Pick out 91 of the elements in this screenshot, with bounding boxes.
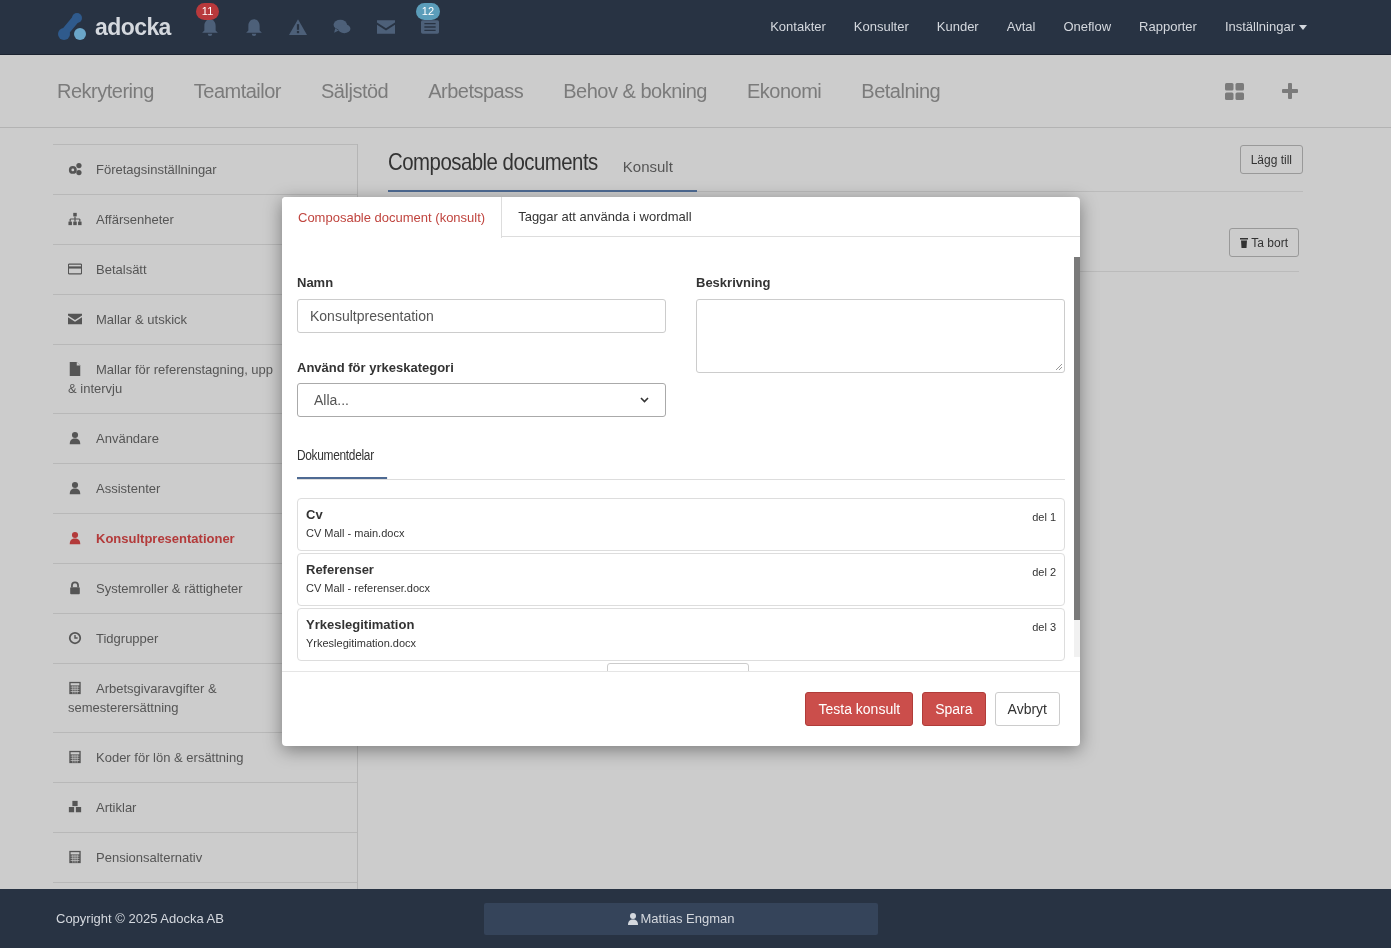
sidebar-item[interactable]: Artiklar bbox=[68, 798, 282, 817]
user-button[interactable]: Mattias Engman bbox=[484, 902, 878, 935]
chevron-down-icon bbox=[640, 397, 649, 403]
plus-icon[interactable] bbox=[1282, 83, 1298, 99]
trash-icon bbox=[1240, 237, 1249, 248]
caret-icon bbox=[1299, 24, 1307, 30]
sidebar-item[interactable]: Mallar för referenstagning, upp & intervju bbox=[68, 360, 282, 398]
count-badge: 12 bbox=[415, 3, 441, 20]
document-icon bbox=[68, 362, 82, 376]
calculator-icon bbox=[68, 681, 82, 695]
sidebar-item[interactable]: Pensionsalternativ bbox=[68, 848, 282, 867]
module-tab[interactable]: Teamtailor bbox=[193, 76, 282, 106]
partial-button[interactable] bbox=[607, 663, 749, 671]
logo-text: adocka bbox=[95, 12, 171, 42]
document-part-card[interactable]: Yrkeslegitimation Yrkeslegitimation.docx del 3 bbox=[297, 608, 1065, 661]
calculator-icon bbox=[68, 750, 82, 764]
description-input[interactable] bbox=[696, 298, 1065, 373]
module-tab[interactable]: Rekrytering bbox=[57, 76, 154, 106]
cubes-icon bbox=[68, 800, 82, 814]
document-part-card[interactable]: Referenser CV Mall - referenser.docx del 2 bbox=[297, 553, 1065, 606]
list-icon[interactable] bbox=[420, 18, 439, 36]
user-icon bbox=[68, 531, 82, 545]
sidebar-item[interactable]: Assistenter bbox=[68, 479, 282, 498]
document-part-card[interactable]: Cv CV Mall - main.docx del 1 bbox=[297, 498, 1065, 551]
part-title: Yrkeslegitimation bbox=[306, 617, 416, 633]
field-label: Använd för yrkeskategori bbox=[297, 358, 455, 377]
logo-icon bbox=[57, 12, 89, 42]
nav-link[interactable]: Kunder bbox=[936, 17, 979, 37]
dialog-button[interactable]: Spara bbox=[922, 692, 986, 726]
field-label: Beskrivning bbox=[696, 274, 772, 292]
part-file: Yrkeslegitimation.docx bbox=[306, 636, 417, 650]
part-title: Cv bbox=[306, 507, 324, 523]
category-select[interactable]: Alla... bbox=[297, 383, 666, 417]
module-tab[interactable]: Säljstöd bbox=[321, 76, 389, 106]
bell-icon[interactable] bbox=[244, 18, 263, 36]
dialog-button[interactable]: Avbryt bbox=[994, 692, 1060, 726]
section-title: Dokumentdelar bbox=[297, 445, 388, 479]
nav-link[interactable]: Avtal bbox=[1006, 17, 1036, 37]
sidebar-item[interactable]: Betalsätt bbox=[68, 260, 282, 279]
nav-link[interactable]: Rapporter bbox=[1139, 17, 1197, 37]
part-order: del 3 bbox=[1032, 620, 1056, 635]
part-file: CV Mall - main.docx bbox=[306, 526, 405, 540]
part-title: Referenser bbox=[306, 562, 375, 578]
sidebar-item[interactable]: Användare bbox=[68, 429, 282, 448]
part-file: CV Mall - referenser.docx bbox=[306, 581, 431, 595]
sidebar-item[interactable]: Systemroller & rättigheter bbox=[68, 579, 282, 598]
warning-icon[interactable] bbox=[288, 18, 307, 36]
sidebar-item[interactable]: Företagsinställningar bbox=[68, 160, 282, 179]
count-badge: 11 bbox=[195, 3, 220, 20]
sidebar-item[interactable]: Mallar & utskick bbox=[68, 310, 282, 329]
user-icon bbox=[68, 481, 82, 495]
module-tab[interactable]: Ekonomi bbox=[747, 76, 822, 106]
copyright-text: Copyright © 2025 Adocka AB bbox=[56, 909, 225, 928]
clock-icon bbox=[68, 631, 82, 645]
part-order: del 1 bbox=[1032, 510, 1056, 525]
hierarchy-icon bbox=[68, 212, 82, 226]
module-tab[interactable]: Betalning bbox=[861, 76, 941, 106]
settings-menu[interactable]: Inställningar bbox=[1224, 17, 1307, 37]
scrollbar-thumb[interactable] bbox=[1074, 257, 1080, 620]
envelope-icon bbox=[68, 312, 82, 326]
add-button[interactable]: Lägg till bbox=[1239, 145, 1303, 174]
gears-icon bbox=[68, 162, 82, 176]
sidebar-item[interactable]: Konsultpresentationer bbox=[68, 529, 282, 548]
resize-handle-icon bbox=[1056, 363, 1062, 370]
sidebar-item[interactable]: Koder för lön & ersättning bbox=[68, 748, 282, 767]
dialog-button[interactable]: Testa konsult bbox=[805, 692, 914, 726]
dialog-tab[interactable]: Composable document (konsult) bbox=[282, 197, 503, 238]
name-input[interactable]: Konsultpresentation bbox=[297, 298, 666, 333]
page-title: Composable documents bbox=[388, 147, 598, 177]
sidebar-item[interactable]: Tidgrupper bbox=[68, 629, 282, 648]
sidebar-item[interactable]: Arbetsgivaravgifter & semesterersättning bbox=[68, 679, 282, 717]
nav-link[interactable]: Oneflow bbox=[1063, 17, 1112, 37]
module-tab[interactable]: Arbetspass bbox=[428, 76, 524, 106]
dialog-tab[interactable]: Taggar att använda i wordmall bbox=[502, 197, 708, 237]
user-icon bbox=[627, 912, 638, 925]
chat-icon[interactable] bbox=[332, 18, 351, 36]
lock-icon bbox=[68, 581, 82, 595]
envelope-icon[interactable] bbox=[376, 18, 395, 36]
credit-card-icon bbox=[68, 262, 82, 276]
nav-link[interactable]: Konsulter bbox=[853, 17, 909, 37]
sidebar-item[interactable]: Affärsenheter bbox=[68, 210, 282, 229]
nav-link[interactable]: Kontakter bbox=[770, 17, 826, 37]
bell-icon[interactable] bbox=[200, 18, 219, 36]
field-label: Namn bbox=[297, 274, 335, 292]
module-tab[interactable]: Behov & bokning bbox=[563, 76, 707, 106]
grid-icon[interactable] bbox=[1225, 82, 1244, 100]
page-subtitle: Konsult bbox=[622, 156, 673, 177]
calculator-icon bbox=[68, 850, 82, 864]
user-icon bbox=[68, 431, 82, 445]
part-order: del 2 bbox=[1032, 565, 1056, 580]
delete-button[interactable]: Ta bort bbox=[1229, 228, 1299, 257]
